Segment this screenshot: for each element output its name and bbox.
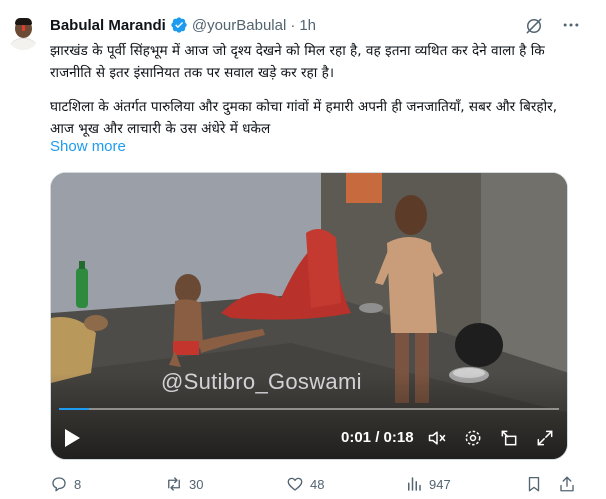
tweet-text-paragraph-1: झारखंड के पूर्वी सिंहभूम में आज जो दृश्य… bbox=[50, 43, 545, 81]
video-watermark: @Sutibro_Goswami bbox=[161, 369, 362, 394]
like-action[interactable]: 48 bbox=[286, 474, 324, 494]
author-name[interactable]: Babulal Marandi bbox=[50, 17, 166, 34]
fullscreen-icon[interactable] bbox=[535, 428, 555, 448]
author-handle[interactable]: @yourBabulal bbox=[192, 17, 286, 34]
repost-icon[interactable] bbox=[165, 475, 183, 493]
video-player[interactable]: @Sutibro_Goswami 0:01 / 0:18 bbox=[50, 172, 568, 460]
video-frame bbox=[51, 173, 567, 459]
play-icon[interactable] bbox=[63, 428, 81, 448]
reply-action[interactable]: 8 bbox=[50, 474, 81, 494]
timestamp[interactable]: 1h bbox=[299, 17, 316, 34]
separator-dot: · bbox=[290, 16, 296, 34]
like-icon[interactable] bbox=[286, 475, 304, 493]
repost-action[interactable]: 30 bbox=[165, 474, 203, 494]
views-count: 947 bbox=[429, 476, 451, 492]
expand-icon[interactable] bbox=[499, 428, 519, 448]
reply-count: 8 bbox=[74, 476, 82, 492]
video-progress-bar[interactable] bbox=[59, 408, 559, 410]
views-action[interactable]: 947 bbox=[405, 474, 451, 494]
avatar[interactable] bbox=[6, 16, 40, 50]
tweet-header: Babulal Marandi @yourBabulal · 1h bbox=[50, 14, 316, 36]
like-count: 48 bbox=[310, 476, 325, 492]
settings-icon[interactable] bbox=[463, 428, 483, 448]
bookmark-action[interactable] bbox=[525, 474, 543, 494]
repost-count: 30 bbox=[189, 476, 204, 492]
reply-icon[interactable] bbox=[50, 475, 68, 493]
video-progress-fill bbox=[59, 408, 89, 410]
tweet-text-paragraph-2: घाटशिला के अंतर्गत पारुलिया और दुमका कोच… bbox=[50, 99, 558, 137]
share-action[interactable] bbox=[558, 474, 576, 494]
tweet: Babulal Marandi @yourBabulal · 1h झारखंड… bbox=[0, 0, 606, 499]
verified-badge-icon[interactable] bbox=[170, 16, 188, 34]
show-more-link[interactable]: Show more bbox=[50, 138, 126, 155]
views-icon[interactable] bbox=[405, 475, 423, 493]
grok-icon[interactable] bbox=[524, 16, 544, 36]
share-icon[interactable] bbox=[558, 475, 576, 493]
more-icon[interactable] bbox=[560, 15, 582, 35]
bookmark-icon[interactable] bbox=[525, 475, 543, 493]
mute-icon[interactable] bbox=[427, 428, 447, 448]
video-timer: 0:01 / 0:18 bbox=[341, 429, 414, 446]
